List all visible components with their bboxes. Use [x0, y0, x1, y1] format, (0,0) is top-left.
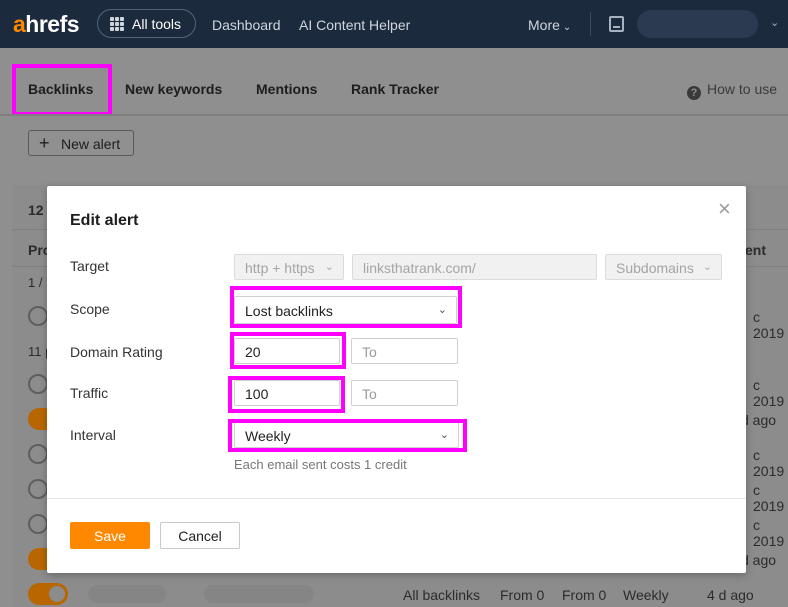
plus-icon: + [39, 133, 50, 153]
tab-new-keywords[interactable]: New keywords [125, 81, 222, 97]
domain-rating-to-input[interactable]: To [351, 338, 458, 364]
list-item-sent: c 2019 [753, 517, 785, 549]
cancel-button[interactable]: Cancel [160, 522, 240, 549]
list-item-sent: c 2019 [753, 309, 785, 341]
all-tools-button[interactable]: All tools [97, 9, 196, 38]
alert-toggle-off[interactable] [28, 306, 48, 326]
list-item-sent: d ago [741, 412, 777, 428]
chevron-down-icon: ⌄ [702, 261, 712, 273]
nav-ai-content-helper[interactable]: AI Content Helper [299, 17, 410, 33]
chevron-down-icon: ⌄ [324, 261, 334, 273]
target-url-field: linksthatrank.com/ [352, 254, 597, 280]
nav-divider [590, 12, 591, 36]
save-button[interactable]: Save [70, 522, 150, 549]
nav-more[interactable]: More ⌄ [528, 17, 571, 33]
edit-alert-modal: Edit alert × Target http + https ⌄ linkst… [47, 186, 746, 573]
credit-help-text: Each email sent costs 1 credit [234, 457, 407, 472]
close-icon[interactable]: × [718, 198, 731, 220]
tabs-divider [0, 114, 788, 116]
how-to-use-link[interactable]: ? How to use [687, 81, 777, 100]
account-menu[interactable] [637, 10, 758, 38]
annotation-highlight-interval [228, 419, 467, 452]
chevron-down-icon: ⌄ [562, 22, 572, 33]
list-item-interval: Weekly [623, 587, 669, 603]
alert-toggle-on[interactable] [28, 583, 68, 605]
list-item-sent: c 2019 [753, 482, 785, 514]
annotation-highlight-traffic [228, 376, 345, 413]
grid-icon [110, 17, 124, 31]
tab-mentions[interactable]: Mentions [256, 81, 317, 97]
list-item-dr: From 0 [500, 587, 545, 603]
alert-toggle-off[interactable] [28, 444, 48, 464]
protocol-select: http + https ⌄ [234, 254, 344, 280]
top-nav: ahrefs All tools Dashboard AI Content He… [0, 0, 788, 48]
alert-toggle-off[interactable] [28, 374, 48, 394]
new-alert-button[interactable]: + New alert [28, 130, 134, 156]
annotation-highlight-domain-rating [230, 332, 346, 369]
domain-rating-label: Domain Rating [70, 344, 163, 360]
target-url-value: linksthatrank.com/ [363, 260, 476, 276]
list-item-sent: c 2019 [753, 447, 785, 479]
target-mode-value: Subdomains [616, 260, 694, 276]
scope-label: Scope [70, 301, 110, 317]
protocol-value: http + https [245, 260, 315, 276]
help-icon: ? [687, 86, 701, 100]
domain-rating-to-placeholder: To [362, 344, 377, 360]
list-item-sent: c 2019 [753, 377, 785, 409]
alerts-count: 12 [28, 202, 44, 218]
modal-divider [47, 498, 746, 499]
how-to-use-label: How to use [707, 81, 778, 97]
loading-placeholder [88, 585, 166, 603]
list-item-sent: d ago [741, 552, 777, 568]
list-item-sent: 4 d ago [707, 587, 754, 603]
target-label: Target [70, 258, 109, 274]
nav-more-label: More [528, 17, 560, 33]
loading-placeholder [204, 585, 314, 603]
interval-label: Interval [70, 427, 116, 443]
all-tools-label: All tools [132, 16, 182, 32]
nav-dashboard[interactable]: Dashboard [212, 17, 281, 33]
tablet-icon[interactable] [609, 16, 624, 32]
ahrefs-logo[interactable]: ahrefs [13, 11, 80, 38]
account-chevron-icon[interactable]: ⌄ [770, 16, 779, 29]
traffic-to-placeholder: To [362, 386, 377, 402]
new-alert-label: New alert [61, 136, 121, 152]
tab-rank-tracker[interactable]: Rank Tracker [351, 81, 439, 97]
alerts-tabs: Backlinks New keywords Mentions Rank Tra… [0, 48, 788, 116]
traffic-to-input[interactable]: To [351, 380, 458, 406]
alert-toggle-off[interactable] [28, 479, 48, 499]
modal-title: Edit alert [70, 212, 139, 229]
target-mode-select: Subdomains ⌄ [605, 254, 722, 280]
column-header-sent: ent [745, 242, 766, 258]
traffic-label: Traffic [70, 385, 109, 401]
alert-toggle-off[interactable] [28, 514, 48, 534]
list-item-type: All backlinks [403, 587, 481, 603]
annotation-highlight-scope [230, 286, 462, 328]
list-item-traffic: From 0 [562, 587, 607, 603]
annotation-highlight-backlinks [12, 64, 112, 116]
